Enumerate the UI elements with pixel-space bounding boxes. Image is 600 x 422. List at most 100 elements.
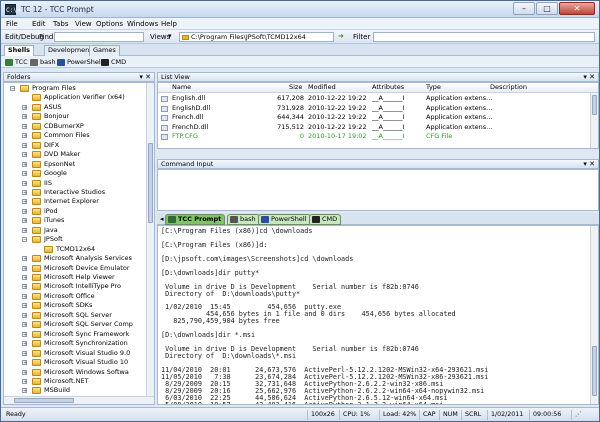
tree-item[interactable]: + Microsoft Office (4, 292, 149, 301)
tree-item[interactable]: + Microsoft Windows Softwa (4, 368, 149, 377)
list-row[interactable]: FrenchD.dll 715,512 2010-12-22 19:22 __A___… (158, 123, 592, 132)
launch-bash[interactable]: bash (30, 58, 56, 66)
tree-item[interactable]: + Microsoft Visual Studio 10 (4, 358, 149, 367)
tree-item[interactable]: + Microsoft Help Viewer (4, 273, 149, 282)
console-tab-cmd[interactable]: CMD (309, 214, 342, 225)
tree-expander[interactable]: + (22, 275, 27, 281)
col-size[interactable]: Size (289, 83, 302, 92)
tree-expander[interactable]: + (22, 104, 27, 110)
tree-item[interactable]: + Bonjour (4, 112, 149, 121)
tree-item[interactable]: + Microsoft Synchronization (4, 339, 149, 348)
tree-expander[interactable]: + (22, 388, 27, 394)
pin-icon[interactable]: ▾ ✕ (583, 73, 595, 81)
tree-expander[interactable]: + (22, 180, 27, 186)
tree-item[interactable]: + DVD Maker (4, 150, 149, 159)
menu-help[interactable]: Help (161, 20, 177, 28)
title-bar[interactable]: C:\> TC 12 - TCC Prompt – □ ✕ (1, 1, 599, 18)
scroll-thumb[interactable] (592, 95, 597, 115)
col-modified[interactable]: Modified (308, 83, 336, 92)
tree-item[interactable]: + Microsoft Device Emulator (4, 264, 149, 273)
menu-windows[interactable]: Windows (127, 20, 158, 28)
tree-expander[interactable]: + (22, 218, 27, 224)
tree-item[interactable]: Application Verifier (x64) (4, 93, 149, 102)
launch-cmd[interactable]: CMD (101, 58, 126, 66)
tree-item[interactable]: + Common Files (4, 131, 149, 140)
chevron-down-icon[interactable]: ▾ (168, 32, 172, 40)
tree-item[interactable]: + iTunes (4, 216, 149, 225)
menu-file[interactable]: File (6, 20, 18, 28)
list-row[interactable]: French.dll 644,344 2010-12-22 19:22 __A____… (158, 113, 592, 122)
tree-expander[interactable]: + (22, 208, 27, 214)
tree-item[interactable]: + Google (4, 169, 149, 178)
console-tab-powershell[interactable]: PowerShell (258, 214, 311, 225)
menu-options[interactable]: Options (96, 20, 123, 28)
tree-item[interactable]: + iPod (4, 207, 149, 216)
tree-item[interactable]: + Microsoft IntelliType Pro (4, 282, 149, 291)
tree-item[interactable]: TCMD12x64 (4, 245, 149, 254)
list-row[interactable]: EnglishD.dll 731,928 2010-12-22 19:22 __A__… (158, 104, 592, 113)
tree-expander[interactable]: + (22, 369, 27, 375)
tab-development[interactable]: Development (44, 45, 96, 56)
tree-expander[interactable]: − (22, 237, 27, 243)
go-arrow-icon[interactable]: ➜ (338, 32, 344, 40)
col-name[interactable]: Name (172, 83, 191, 92)
console-tab-bash[interactable]: bash (227, 214, 260, 225)
tree-expander[interactable]: + (22, 284, 27, 290)
tree-item[interactable]: + Internet Explorer (4, 197, 149, 206)
list-view[interactable]: Name Size Modified Attributes Type Descr… (157, 82, 599, 149)
tree-item[interactable]: + DIFX (4, 141, 149, 150)
tree-item[interactable]: + Java (4, 226, 149, 235)
tree-expander[interactable]: + (22, 123, 27, 129)
tree-item[interactable]: + Interactive Studios (4, 188, 149, 197)
tab-scroll-left-icon[interactable]: ◂ (160, 215, 164, 223)
find-input[interactable] (54, 32, 144, 42)
col-description[interactable]: Description (490, 83, 527, 92)
tree-expander[interactable]: + (22, 161, 27, 167)
col-type[interactable]: Type (426, 83, 441, 92)
tree-expander[interactable]: + (22, 227, 27, 233)
tree-expander[interactable]: + (22, 189, 27, 195)
menu-edit[interactable]: Edit (32, 20, 46, 28)
tree-expander[interactable]: + (22, 350, 27, 356)
console-scrollbar[interactable] (590, 226, 598, 404)
tab-shells[interactable]: Shells (4, 45, 35, 56)
path-field[interactable]: C:\Program Files\JPSoft\TCMD12x64 (179, 32, 334, 42)
maximize-button[interactable]: □ (536, 2, 558, 15)
menu-tabs[interactable]: Tabs (53, 20, 69, 28)
menu-view[interactable]: View (75, 20, 92, 28)
scroll-thumb[interactable] (14, 398, 74, 403)
tree-expander[interactable]: − (10, 86, 15, 92)
tree-item[interactable]: + CDBurnerXP (4, 122, 149, 131)
tree-item[interactable]: − Program Files (4, 84, 149, 93)
tree-expander[interactable]: + (22, 322, 27, 328)
tree-item[interactable]: + Microsoft SQL Server (4, 311, 149, 320)
tree-expander[interactable]: + (22, 114, 27, 120)
tree-expander[interactable]: + (22, 331, 27, 337)
resize-grip-icon[interactable]: ⋰ (571, 410, 581, 420)
tree-expander[interactable]: + (22, 256, 27, 262)
tree-item[interactable]: + Microsoft SQL Server Comp (4, 320, 149, 329)
tree-item[interactable]: + MSBuild (4, 386, 149, 395)
filter-input[interactable] (373, 32, 595, 42)
tree-item[interactable]: + Microsoft Visual Studio 9.0 (4, 349, 149, 358)
tree-item[interactable]: + EpsonNet (4, 160, 149, 169)
tree-item[interactable]: + Microsoft.NET (4, 377, 149, 386)
console-output[interactable]: [C:\Program Files (x86)]cd \downloads [C:… (157, 225, 599, 405)
tree-expander[interactable]: + (22, 303, 27, 309)
tree-item[interactable]: + Microsoft SDKs (4, 301, 149, 310)
list-row[interactable]: English.dll 617,208 2010-12-22 19:22 __A___… (158, 94, 592, 103)
tree-expander[interactable]: + (22, 171, 27, 177)
tree-expander[interactable]: + (22, 378, 27, 384)
close-button[interactable]: ✕ (559, 2, 595, 15)
scroll-thumb[interactable] (592, 346, 597, 396)
console-tab-tcc[interactable]: TCC Prompt (165, 214, 226, 225)
folder-hscrollbar[interactable] (4, 396, 154, 404)
tree-item[interactable]: + Microsoft Analysis Services (4, 254, 149, 263)
tree-item[interactable]: + Microsoft Sync Framework (4, 330, 149, 339)
col-attributes[interactable]: Attributes (372, 83, 404, 92)
tree-item[interactable]: − JPSoft (4, 235, 149, 244)
tree-expander[interactable]: + (22, 312, 27, 318)
launch-powershell[interactable]: PowerShell (57, 58, 103, 66)
tree-expander[interactable]: + (22, 341, 27, 347)
tree-expander[interactable]: + (22, 265, 27, 271)
